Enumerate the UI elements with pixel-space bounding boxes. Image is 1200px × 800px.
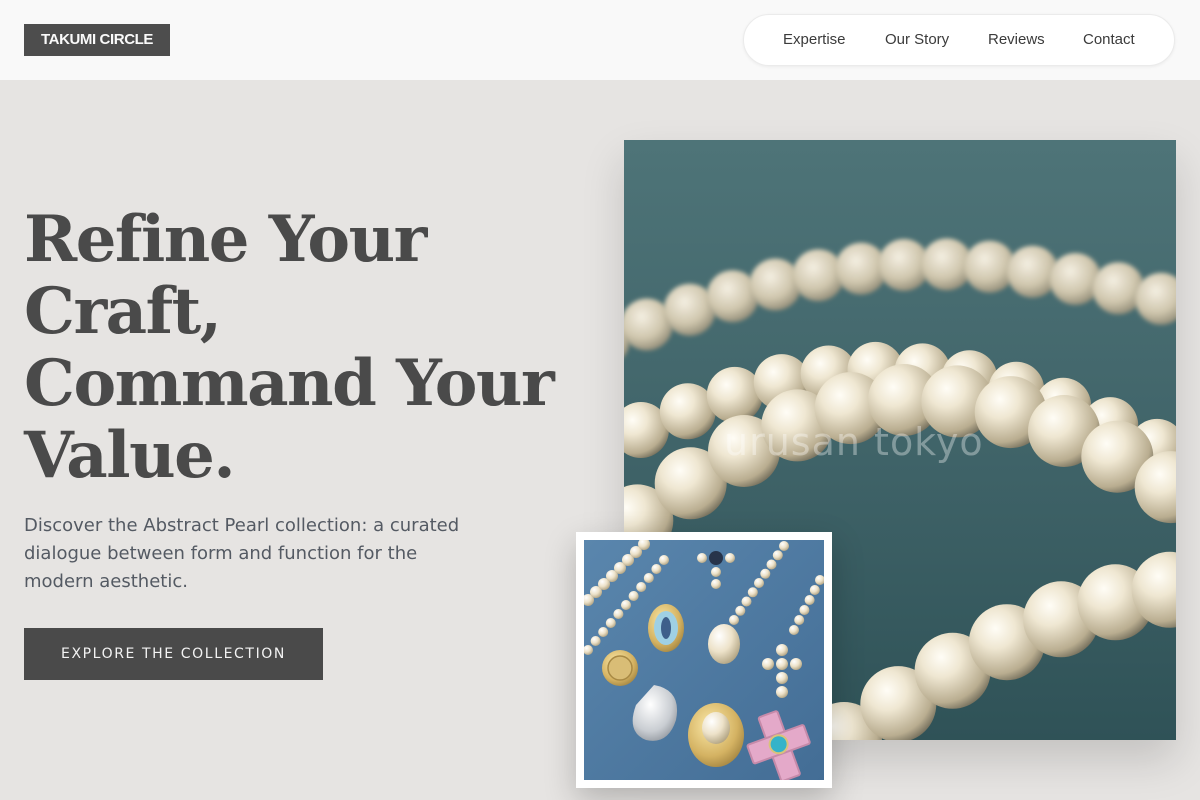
- nav-link-contact[interactable]: Contact: [1083, 15, 1135, 65]
- pearl-drop-charm: [708, 624, 740, 664]
- chain-pearl: [729, 615, 739, 625]
- chain-pearl: [772, 550, 783, 561]
- hero-subtitle: Discover the Abstract Pearl collection: …: [24, 515, 460, 592]
- hero-title-line: Value.: [24, 418, 236, 493]
- hero-title-line: Craft,: [24, 274, 222, 349]
- nav-link-our-story[interactable]: Our Story: [885, 15, 949, 65]
- chain-pearl: [628, 591, 639, 601]
- pearl-bead: [749, 258, 802, 311]
- chain-pearl: [794, 615, 805, 625]
- hero-title-line: Refine Your: [24, 202, 427, 277]
- charms-image-frame: [576, 532, 832, 788]
- hero-title-line: Command Your: [24, 346, 555, 421]
- chain-pearl: [643, 573, 654, 583]
- chain-pearl: [804, 595, 815, 605]
- hero-title: Refine Your Craft, Command Your Value.: [24, 204, 584, 492]
- chain-pearl: [735, 605, 746, 616]
- chain-pearl: [789, 625, 799, 635]
- image-watermark: urusan tokyo: [724, 420, 984, 464]
- chain-pearl: [636, 582, 647, 592]
- chain-pearl: [760, 568, 771, 579]
- main-nav: Expertise Our Story Reviews Contact: [743, 14, 1175, 66]
- chain-pearl: [613, 609, 624, 619]
- charms-illustration: [584, 540, 824, 780]
- chain-pearl: [809, 585, 820, 595]
- chain-pearl: [590, 636, 601, 646]
- nav-link-expertise[interactable]: Expertise: [783, 15, 846, 65]
- pearl-bead: [706, 366, 763, 423]
- brand-logo[interactable]: TAKUMI CIRCLE: [24, 24, 170, 56]
- chain-pearl: [621, 600, 631, 610]
- chain-pearl: [747, 587, 758, 598]
- chain-pearl: [766, 559, 777, 570]
- pearl-bead: [1049, 253, 1102, 305]
- chain-pearl: [799, 605, 810, 615]
- site-header: TAKUMI CIRCLE Expertise Our Story Review…: [0, 0, 1200, 80]
- chain-pearl: [651, 564, 662, 574]
- nav-link-reviews[interactable]: Reviews: [988, 15, 1045, 65]
- chain-pearl: [754, 578, 764, 588]
- chain-pearl: [659, 555, 669, 565]
- explore-collection-button[interactable]: EXPLORE THE COLLECTION: [24, 628, 323, 680]
- chain-pearl: [741, 596, 752, 607]
- chain-pearl: [598, 627, 609, 637]
- chain-pearl: [605, 618, 616, 628]
- chain-pearl: [779, 541, 789, 551]
